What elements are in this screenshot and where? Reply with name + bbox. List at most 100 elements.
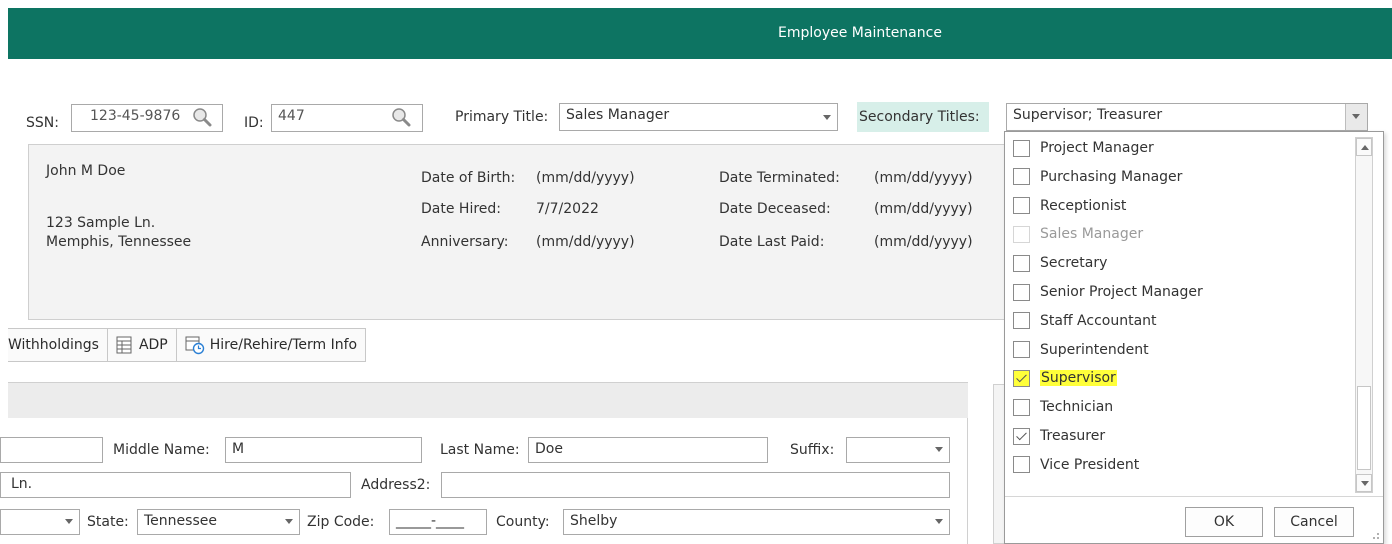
dropdown-option-label: Treasurer <box>1040 428 1106 444</box>
dropdown-option[interactable]: Superintendent <box>1013 337 1343 363</box>
chevron-down-icon <box>935 519 943 524</box>
dropdown-option-label: Senior Project Manager <box>1040 284 1203 300</box>
primary-title-select[interactable]: Sales Manager <box>559 103 838 131</box>
state-select[interactable]: Tennessee <box>137 509 300 535</box>
title-bar: Employee Maintenance <box>8 8 1392 59</box>
dropdown-option-label: Superintendent <box>1040 341 1149 358</box>
zip-value: _____-____ <box>396 513 465 529</box>
zip-field[interactable]: _____-____ <box>389 509 487 535</box>
secondary-titles-dropdown-button[interactable] <box>1345 104 1367 130</box>
checkbox-icon[interactable] <box>1013 312 1030 330</box>
secondary-titles-label-box: Secondary Titles: <box>857 102 989 132</box>
first-name-field[interactable] <box>0 437 103 463</box>
secondary-titles-value: Supervisor; Treasurer <box>1013 107 1163 123</box>
checkbox-checked-icon[interactable] <box>1013 369 1030 387</box>
county-select[interactable]: Shelby <box>563 509 950 535</box>
checkbox-icon[interactable] <box>1013 139 1030 157</box>
dropdown-option-label: Vice President <box>1040 456 1140 473</box>
last-paid-value: (mm/dd/yyyy) <box>874 234 973 250</box>
window-title: Employee Maintenance <box>778 25 942 41</box>
dropdown-option-label: Staff Accountant <box>1040 312 1157 329</box>
primary-title-value: Sales Manager <box>566 107 670 123</box>
checkbox-icon[interactable] <box>1013 254 1030 272</box>
dob-label: Date of Birth: <box>421 170 516 186</box>
dropdown-option[interactable]: Senior Project Manager <box>1013 279 1343 305</box>
deceased-label: Date Deceased: <box>719 201 831 217</box>
employee-summary-panel: John M Doe 123 Sample Ln. Memphis, Tenne… <box>28 144 1028 320</box>
tab-adp[interactable]: ADP <box>107 328 177 362</box>
checkbox-icon[interactable] <box>1013 168 1030 186</box>
dropdown-option-label: Supervisor <box>1040 370 1117 387</box>
tab-withholdings[interactable]: Withholdings <box>8 328 108 362</box>
terminated-value: (mm/dd/yyyy) <box>874 170 973 186</box>
zip-label: Zip Code: <box>307 514 375 530</box>
dropdown-option-label: Technician <box>1040 399 1114 416</box>
dropdown-option[interactable]: Secretary <box>1013 250 1343 276</box>
dropdown-option[interactable]: Treasurer <box>1013 423 1343 449</box>
checkbox-icon <box>1013 225 1030 243</box>
last-name-field[interactable]: Doe <box>528 437 768 463</box>
last-paid-label: Date Last Paid: <box>719 234 825 250</box>
checkbox-checked-icon[interactable] <box>1013 427 1030 445</box>
chevron-down-icon <box>935 447 943 452</box>
address1-field[interactable]: Ln. <box>0 472 351 498</box>
chevron-down-icon <box>1352 114 1360 119</box>
scroll-thumb[interactable] <box>1357 386 1371 470</box>
chevron-down-icon <box>285 519 293 524</box>
table-icon <box>116 336 132 354</box>
dropdown-option[interactable]: Purchasing Manager <box>1013 164 1343 190</box>
tab-adp-label: ADP <box>138 337 168 353</box>
middle-name-field[interactable]: M <box>225 437 422 463</box>
deceased-value: (mm/dd/yyyy) <box>874 201 973 217</box>
secondary-titles-list: Project Manager Purchasing Manager Recepti… <box>1005 132 1355 492</box>
dropdown-option[interactable]: Supervisor <box>1013 365 1343 391</box>
last-name-value: Doe <box>535 441 563 457</box>
chevron-down-icon <box>823 115 831 120</box>
primary-title-label: Primary Title: <box>455 109 549 125</box>
id-value: 447 <box>278 108 305 124</box>
county-label: County: <box>496 514 550 530</box>
id-search-icon[interactable] <box>391 107 411 127</box>
chevron-down-icon <box>65 519 73 524</box>
suffix-label: Suffix: <box>790 442 835 458</box>
dropdown-option[interactable]: Technician <box>1013 394 1343 420</box>
checkbox-icon[interactable] <box>1013 398 1030 416</box>
hired-value: 7/7/2022 <box>536 201 599 217</box>
address1-value: Ln. <box>11 476 33 492</box>
ssn-value: 123-45-9876 <box>90 108 181 124</box>
dropdown-option-label: Purchasing Manager <box>1040 168 1183 185</box>
dropdown-option[interactable]: Receptionist <box>1013 193 1343 219</box>
city-select[interactable] <box>0 509 80 535</box>
scroll-down-button[interactable] <box>1356 474 1372 492</box>
dropdown-option-label: Secretary <box>1040 255 1108 272</box>
checkbox-icon[interactable] <box>1013 197 1030 215</box>
dropdown-option-label: Receptionist <box>1040 197 1127 214</box>
suffix-select[interactable] <box>846 437 950 463</box>
dob-value: (mm/dd/yyyy) <box>536 170 635 186</box>
tab-hire-rehire-term-info[interactable]: Hire/Rehire/Term Info <box>176 328 367 362</box>
scroll-up-button[interactable] <box>1356 138 1372 156</box>
anniversary-value: (mm/dd/yyyy) <box>536 234 635 250</box>
checkbox-icon[interactable] <box>1013 341 1030 359</box>
checkbox-icon[interactable] <box>1013 456 1030 474</box>
tab-hire-rehire-term-info-label: Hire/Rehire/Term Info <box>209 337 358 353</box>
dropdown-option[interactable]: Project Manager <box>1013 135 1343 161</box>
tab-withholdings-label: Withholdings <box>8 337 99 353</box>
secondary-titles-select[interactable]: Supervisor; Treasurer <box>1006 103 1368 131</box>
ssn-search-icon[interactable] <box>192 107 212 127</box>
ok-button[interactable]: OK <box>1185 507 1263 537</box>
address2-field[interactable] <box>441 472 950 498</box>
secondary-titles-label: Secondary Titles: <box>859 109 980 125</box>
middle-name-label: Middle Name: <box>113 442 210 458</box>
resize-grip-icon[interactable] <box>1367 527 1381 541</box>
section-header <box>8 382 968 418</box>
dropdown-scrollbar[interactable] <box>1355 137 1373 493</box>
dropdown-option[interactable]: Staff Accountant <box>1013 308 1343 334</box>
checkbox-icon[interactable] <box>1013 283 1030 301</box>
cancel-button[interactable]: Cancel <box>1274 507 1354 537</box>
calendar-clock-icon <box>185 336 204 355</box>
county-value: Shelby <box>570 513 618 529</box>
dropdown-option[interactable]: Vice President <box>1013 452 1343 478</box>
chevron-up-icon <box>1361 145 1369 150</box>
employee-address-line1: 123 Sample Ln. <box>46 215 156 231</box>
